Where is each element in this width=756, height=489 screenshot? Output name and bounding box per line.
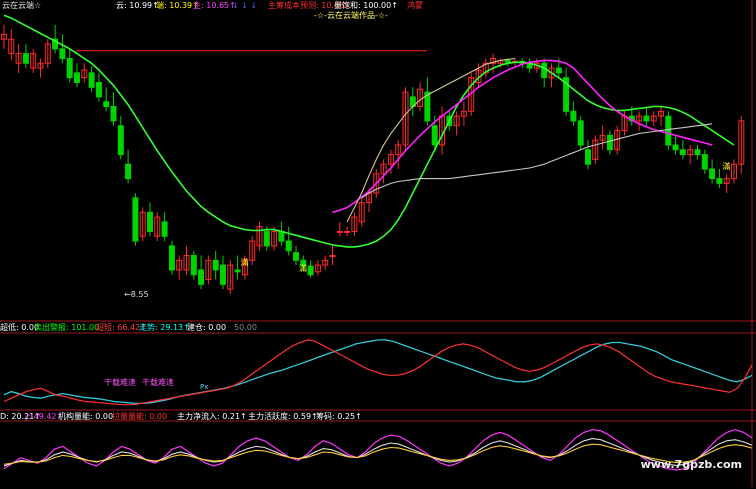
indicator1-header-item-4: 建仓: 0.00 <box>187 323 227 332</box>
candle-body <box>161 221 168 237</box>
candle-body <box>679 149 686 156</box>
candle-body <box>220 264 226 285</box>
watermark: www.7gpzb.com <box>640 458 742 471</box>
candle-body <box>95 81 102 98</box>
indicator2-header-item-5: 主力活跃度: 0.59↑ <box>248 412 318 421</box>
signal-label: 滿 <box>722 161 730 171</box>
candle-body <box>74 72 80 83</box>
indicator1-header-item-1: 卖出警报: 101.00 <box>34 323 100 332</box>
window-title: 云在云端☆ <box>2 1 42 10</box>
candle-body <box>132 197 139 242</box>
candle-body <box>701 154 708 170</box>
candle-body <box>307 265 314 276</box>
candle-body <box>88 72 95 88</box>
candle-body <box>278 230 285 242</box>
candle-body <box>606 134 613 151</box>
candle-body <box>329 255 336 258</box>
indicator1-signal-label: 干载难逢 <box>104 377 136 387</box>
candle-body <box>577 120 584 146</box>
indicator2-header-item-3: 拉量量能: 0.00 <box>112 412 168 421</box>
candle-body <box>234 269 241 273</box>
candle-body <box>344 230 351 233</box>
main-header-item-2: 主: 10.65↑ <box>193 1 236 10</box>
candle-body <box>293 252 299 261</box>
main-header-item-5: 量饱和: 100.00↑ <box>334 1 398 10</box>
candle-body <box>125 163 132 180</box>
candle-body <box>570 110 577 122</box>
signal-label: 滿 <box>241 257 249 267</box>
candle-body <box>709 168 716 180</box>
candle-body <box>59 48 66 59</box>
candle-body <box>541 62 548 79</box>
main-header-item-0: 云: 10.99↑ <box>116 1 159 10</box>
signal-label: 滿 <box>299 263 307 273</box>
ma-khaki-line <box>346 57 516 223</box>
candle-body <box>103 101 110 108</box>
candle-body <box>672 144 679 151</box>
candle-body <box>212 259 219 271</box>
credit-label: -☆-云在云端作品-☆- <box>314 11 388 20</box>
candle-body <box>190 255 197 276</box>
candle-body <box>431 125 438 146</box>
indicator2-header-item-2: 机构量能: 0.00 <box>58 412 114 421</box>
candle-body <box>694 149 701 156</box>
candle-body <box>585 149 591 165</box>
candle-body <box>336 230 343 233</box>
indicator1-header-item-5: 50.00 <box>234 323 257 332</box>
indicator1-short-line <box>3 339 753 406</box>
candle-body <box>168 245 175 271</box>
indicator2-header-item-4: 主力净流入: 0.21↑ <box>177 412 247 421</box>
candle-body <box>555 67 562 74</box>
main-header-item-3: ↓ ↓ ↓ <box>232 1 258 10</box>
candle-body <box>263 230 270 247</box>
candle-body <box>285 240 292 252</box>
indicator1-note: Px <box>200 383 208 391</box>
indicator2-header-item-6: 筹码: 0.25↑ <box>316 412 362 421</box>
candle-body <box>643 115 650 122</box>
candle-body <box>117 125 124 156</box>
ma-white-line <box>361 123 713 199</box>
candle-body <box>716 178 723 184</box>
main-header-item-6: 鸿蒙 <box>407 1 423 10</box>
indicator1-header-item-3: 走势: 29.13↑ <box>139 323 190 332</box>
candle-body <box>504 59 511 63</box>
low-annotation: ←8.55 <box>124 290 149 299</box>
candle-body <box>198 269 205 285</box>
candle-body <box>665 115 672 146</box>
candle-body <box>110 106 117 122</box>
candle-body <box>147 211 153 232</box>
candle-body <box>66 57 73 79</box>
indicator1-signal-label: 干载难逢 <box>142 377 174 387</box>
candle-body <box>22 53 29 64</box>
indicator1-trend-line <box>3 339 753 405</box>
